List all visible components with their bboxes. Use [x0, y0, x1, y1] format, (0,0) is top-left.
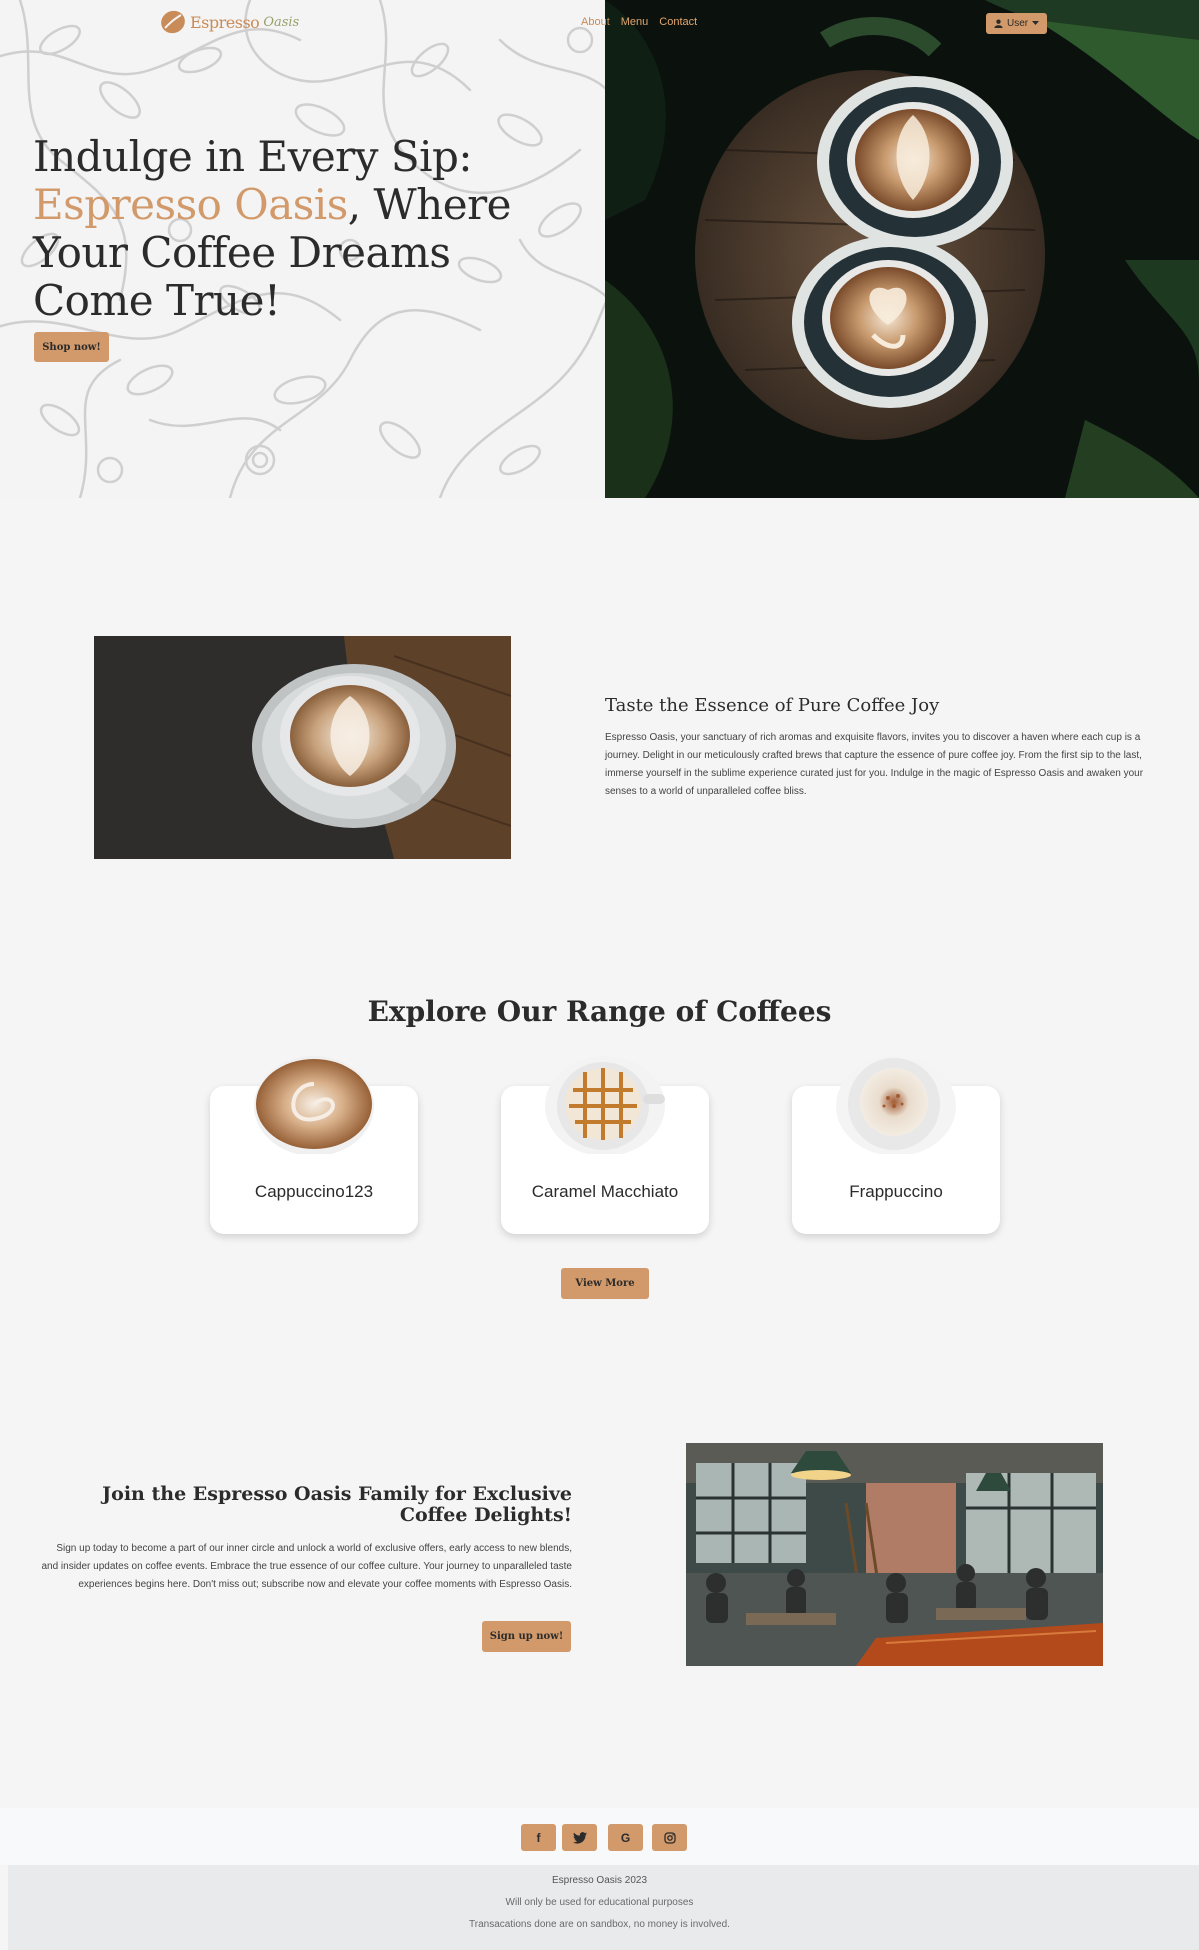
cafe-interior-photo: [686, 1443, 1103, 1666]
nav-item-menu[interactable]: Menu: [621, 16, 649, 28]
product-card-frappuccino[interactable]: Frappuccino: [792, 1056, 1000, 1234]
frappuccino-image: [836, 1056, 956, 1154]
sign-up-button[interactable]: Sign up now!: [482, 1621, 571, 1652]
chevron-down-icon: [1032, 21, 1040, 25]
footer-note-educational: Will only be used for educational purpos…: [505, 1897, 694, 1908]
footer-social-bar: [0, 1808, 1199, 1865]
hero-section: Espresso Oasis Indulge in Every Sip: Esp…: [0, 0, 1199, 498]
coffee-bean-logo-icon: [161, 10, 185, 34]
google-glyph: G: [620, 1830, 631, 1845]
join-title: Join the Espresso Oasis Family for Exclu…: [102, 1483, 572, 1526]
product-name: Cappuccino123: [254, 1182, 374, 1201]
range-title: Explore Our Range of Coffees: [367, 995, 832, 1028]
hero-headline: Indulge in Every Sip: Espresso Oasis, Wh…: [33, 133, 573, 325]
about-title: Taste the Essence of Pure Coffee Joy: [605, 695, 940, 716]
nav-item-contact[interactable]: Contact: [659, 16, 697, 28]
join-text: Sign up today to become a part of our in…: [41, 1543, 572, 1590]
footer-copyright: Espresso Oasis 2023: [551, 1875, 648, 1886]
user-icon: [994, 19, 1003, 28]
footer-note-sandbox: Transacations done are on sandbox, no mo…: [469, 1919, 730, 1930]
hero-headline-accent: Espresso Oasis: [33, 180, 348, 229]
instagram-camera-icon: [663, 1831, 676, 1844]
twitter-icon[interactable]: [562, 1824, 597, 1851]
product-name: Caramel Macchiato: [531, 1182, 679, 1201]
user-label: User: [1007, 18, 1029, 29]
product-name: Frappuccino: [849, 1182, 943, 1201]
facebook-icon[interactable]: f: [521, 1824, 556, 1851]
view-more-button[interactable]: View More: [561, 1268, 649, 1299]
latte-art-image: [94, 636, 511, 859]
shop-now-button[interactable]: Shop now!: [34, 332, 109, 362]
latte-cups-image: [605, 0, 1199, 498]
latte-art-photo: [94, 636, 511, 859]
hero-headline-line1: Indulge in Every Sip:: [33, 132, 473, 181]
twitter-bird-icon: [572, 1831, 587, 1844]
about-text: Espresso Oasis, your sanctuary of rich a…: [605, 732, 1144, 797]
brand-name: Espresso: [190, 12, 260, 32]
product-card-caramel-macchiato[interactable]: Caramel Macchiato: [501, 1056, 709, 1234]
cappuccino-image: [254, 1056, 374, 1154]
brand-logo[interactable]: Espresso Oasis: [158, 9, 299, 35]
product-card-cappuccino[interactable]: Cappuccino123: [210, 1056, 418, 1234]
brand-sub: Oasis: [263, 14, 300, 30]
hero-coffee-photo: [605, 0, 1199, 498]
main-nav: About Menu Contact: [581, 16, 697, 28]
cafe-interior-image: [686, 1443, 1103, 1666]
facebook-glyph: f: [536, 1830, 541, 1845]
hero-pattern-panel: Espresso Oasis Indulge in Every Sip: Esp…: [0, 0, 605, 498]
google-icon[interactable]: G: [608, 1824, 643, 1851]
nav-item-about[interactable]: About: [581, 16, 610, 28]
caramel-macchiato-image: [545, 1056, 665, 1154]
instagram-icon[interactable]: [652, 1824, 687, 1851]
user-dropdown-button[interactable]: User: [986, 13, 1048, 34]
